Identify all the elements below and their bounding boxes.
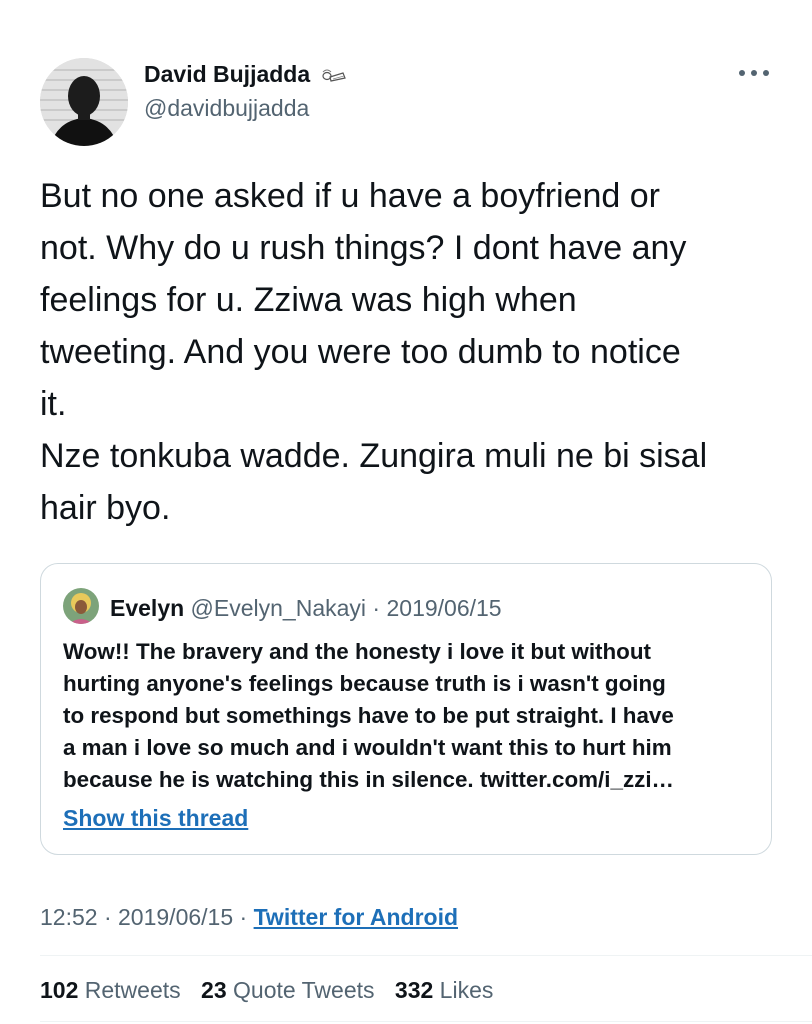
reclining-figure-emoji [321,67,347,88]
author-avatar[interactable] [40,58,128,146]
retweets-label[interactable]: Retweets [85,977,181,1003]
quoted-header: Evelyn @Evelyn_Nakayi · 2019/06/15 [110,594,502,622]
quoted-avatar [63,588,99,624]
tweet-text: But no one asked if u have a boyfriend o… [40,177,708,527]
quoted-handle: @Evelyn_Nakayi [190,595,367,621]
likes-label[interactable]: Likes [440,977,494,1003]
quoted-name: Evelyn [110,595,185,621]
show-thread-link[interactable]: Show this thread [63,804,248,832]
divider-bottom [40,1021,812,1022]
author-avatar-image [40,58,128,146]
author-name[interactable]: David Bujjadda [144,60,310,88]
retweets-count[interactable]: 102 [40,977,78,1003]
tweet-stats: 102 Retweets 23 Quote Tweets 332 Likes [40,976,507,1004]
quoted-separator: · [372,595,381,621]
quotes-label[interactable]: Quote Tweets [233,977,375,1003]
tweet-client-link[interactable]: Twitter for Android [254,904,458,930]
quoted-date: 2019/06/15 [386,595,502,621]
quoted-tweet[interactable]: Evelyn @Evelyn_Nakayi · 2019/06/15 Wow!!… [40,563,772,855]
tweet-meta: 12:52 · 2019/06/15 · Twitter for Android [40,903,458,931]
meta-separator: · [103,904,112,930]
likes-count[interactable]: 332 [395,977,433,1003]
meta-separator-2: · [239,904,248,930]
author-handle[interactable]: @davidbujjadda [144,94,309,122]
more-horizontal-icon[interactable] [737,63,771,83]
tweet-date[interactable]: 2019/06/15 [118,904,233,930]
quotes-count[interactable]: 23 [201,977,227,1003]
quoted-text: Wow!! The bravery and the honesty i love… [63,639,674,792]
divider-top [40,955,812,956]
tweet-time: 12:52 [40,904,98,930]
